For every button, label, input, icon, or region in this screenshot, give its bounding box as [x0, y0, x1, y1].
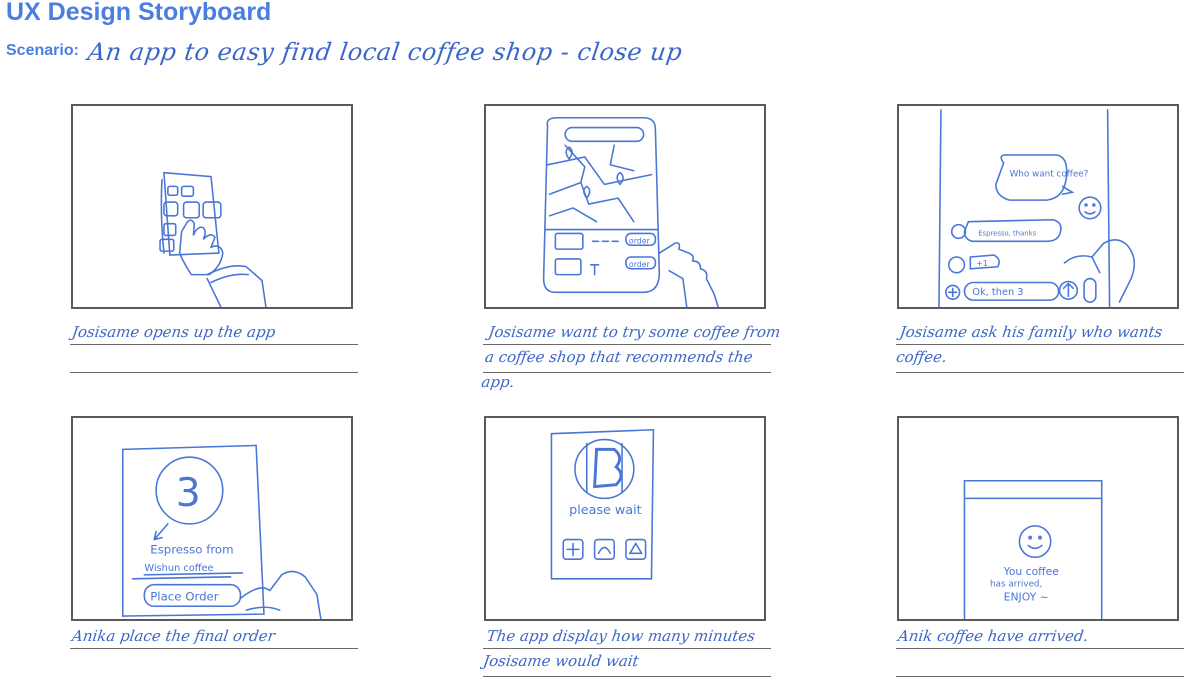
sketch-wait: please wait — [550, 428, 655, 580]
order-line-1: Espresso from — [150, 542, 233, 556]
storyboard-panel-1 — [71, 104, 353, 309]
chat-reply-1: Espresso, thanks — [978, 229, 1036, 237]
caption-text: The app display how many minutes Josisam… — [482, 627, 757, 670]
chat-bubble-question: Who want coffee? — [1010, 170, 1089, 180]
sketch-place-order: 3 Espresso from Wishun coffee Place Orde… — [121, 444, 322, 619]
caption-line — [70, 372, 358, 373]
caption-line — [896, 372, 1184, 373]
chat-reply-2: +1 — [976, 259, 988, 268]
page-title: UX Design Storyboard — [6, 0, 272, 26]
chat-input: Ok, then 3 — [972, 287, 1023, 298]
sketch-arrived: You coffee has arrived, ENJOY ~ — [963, 479, 1103, 619]
sketch-open-app — [159, 171, 267, 307]
sketch-map-app: order order — [542, 116, 719, 307]
scenario-label: Scenario: — [6, 42, 79, 59]
storyboard-panel-3: Who want coffee? Espresso, thanks +1 Ok,… — [897, 104, 1179, 309]
arrived-line-3: ENJOY ~ — [1004, 590, 1049, 603]
storyboard-panel-5: please wait — [484, 416, 766, 621]
caption-line — [896, 676, 1184, 677]
order-button-2: order — [629, 260, 651, 269]
caption-text: Josisame opens up the app — [70, 323, 277, 341]
caption-line — [483, 676, 771, 677]
please-wait-label: please wait — [569, 503, 642, 518]
storyboard-panel-2: order order — [484, 104, 766, 309]
order-count: 3 — [176, 471, 201, 516]
caption-text: Anika place the final order — [70, 627, 277, 645]
order-line-2: Wishun coffee — [144, 563, 213, 574]
place-order-button: Place Order — [150, 589, 219, 603]
sketch-chat: Who want coffee? Espresso, thanks +1 Ok,… — [938, 109, 1136, 307]
caption-text: Josisame want to try some coffee from a … — [480, 323, 782, 391]
arrived-line-1: You coffee — [1003, 565, 1060, 578]
caption-text: Anik coffee have arrived. — [896, 627, 1090, 645]
arrived-line-2: has arrived, — [990, 580, 1042, 590]
scenario-text: An app to easy find local coffee shop - … — [86, 38, 685, 66]
order-button-1: order — [629, 236, 651, 245]
storyboard-panel-4: 3 Espresso from Wishun coffee Place Orde… — [71, 416, 353, 621]
caption-text: Josisame ask his family who wants coffee… — [895, 323, 1164, 366]
storyboard-panel-6: You coffee has arrived, ENJOY ~ — [897, 416, 1179, 621]
